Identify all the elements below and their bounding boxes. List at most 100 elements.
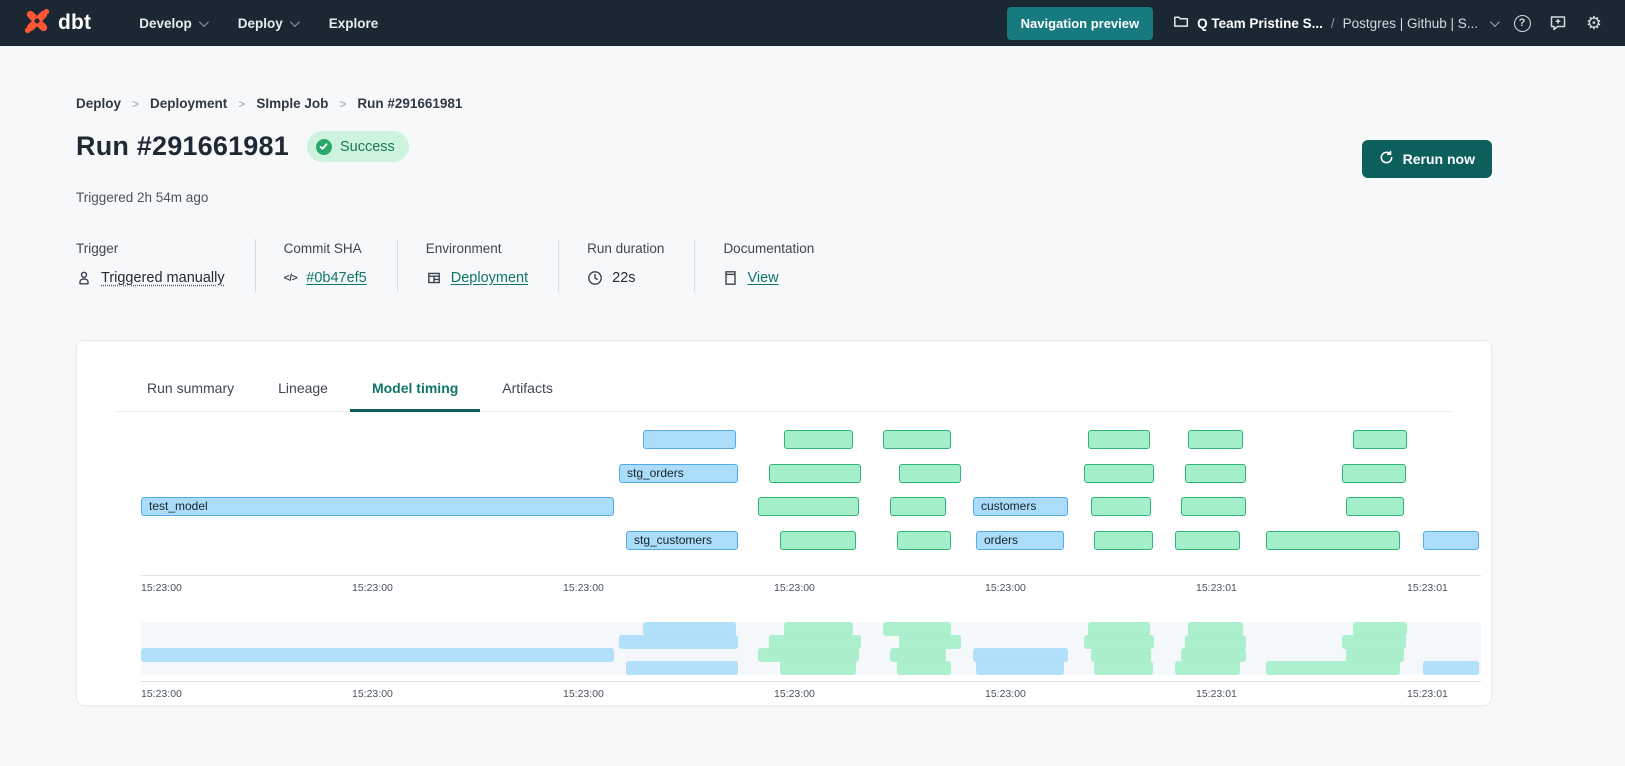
gantt-bar[interactable]	[1091, 497, 1151, 516]
minimap-bar[interactable]	[1181, 648, 1246, 662]
project-selector[interactable]: Q Team Pristine S... / Postgres | Github…	[1173, 13, 1497, 34]
minimap-bar[interactable]	[890, 648, 946, 662]
meta-value-text[interactable]: #0b47ef5	[306, 270, 366, 286]
minimap-bar[interactable]	[619, 635, 738, 649]
breadcrumb-item[interactable]: Run #291661981	[357, 96, 462, 111]
gantt-row: stg_orders	[141, 464, 1481, 484]
meta-commit-sha: Commit SHA</>#0b47ef5	[255, 239, 397, 292]
gantt-bar[interactable]	[1094, 531, 1153, 550]
gantt-bar-stg_orders[interactable]: stg_orders	[619, 464, 738, 483]
minimap-bar[interactable]	[1266, 661, 1400, 675]
minimap-bar[interactable]	[897, 661, 951, 675]
help-icon[interactable]: ?	[1511, 12, 1533, 34]
dbt-logo[interactable]: dbt	[24, 8, 91, 39]
meta-run-duration: Run duration22s	[558, 239, 694, 292]
gantt-bar[interactable]	[1088, 430, 1150, 449]
gantt-bar-stg_customers[interactable]: stg_customers	[626, 531, 738, 550]
breadcrumb-item[interactable]: SImple Job	[256, 96, 328, 111]
gantt-bar-customers[interactable]: customers	[973, 497, 1068, 516]
meta-trigger: TriggerTriggered manually	[76, 239, 255, 292]
gantt-bar[interactable]	[1188, 430, 1243, 449]
minimap-row	[141, 648, 1481, 662]
gantt-bar[interactable]	[1084, 464, 1154, 483]
minimap-bar[interactable]	[899, 635, 961, 649]
minimap-bar[interactable]	[784, 622, 853, 636]
minimap-row	[141, 622, 1481, 636]
minimap-bar[interactable]	[1188, 622, 1243, 636]
gantt-bar-test_model[interactable]: test_model	[141, 497, 614, 516]
meta-value-text: 22s	[612, 270, 635, 286]
dbt-logo-icon	[24, 8, 50, 39]
minimap-bar[interactable]	[1346, 648, 1404, 662]
minimap-bar[interactable]	[643, 622, 736, 636]
minimap-bar[interactable]	[141, 648, 614, 662]
meta-value: 22s	[587, 270, 664, 286]
nav-menu-explore[interactable]: Explore	[317, 8, 391, 39]
minimap-bar[interactable]	[780, 661, 856, 675]
top-nav: dbt Develop Deploy Explore Navigation prev…	[0, 0, 1625, 46]
timeline-minimap[interactable]	[141, 622, 1481, 675]
minimap-bar[interactable]	[973, 648, 1068, 662]
minimap-bar[interactable]	[1342, 635, 1406, 649]
gantt-bar[interactable]	[1346, 497, 1404, 516]
gantt-bar[interactable]	[769, 464, 861, 483]
breadcrumb-item[interactable]: Deployment	[150, 96, 227, 111]
gantt-bar[interactable]	[758, 497, 859, 516]
gantt-bar-orders[interactable]: orders	[976, 531, 1064, 550]
minimap-bar[interactable]	[626, 661, 738, 675]
time-axis-tick: 15:23:00	[563, 582, 604, 594]
gantt-bar[interactable]	[897, 531, 951, 550]
minimap-bar[interactable]	[1353, 622, 1407, 636]
rerun-now-button[interactable]: Rerun now	[1362, 140, 1492, 178]
nav-menu-develop[interactable]: Develop	[127, 8, 218, 39]
time-axis-tick: 15:23:00	[774, 582, 815, 594]
page-content: Deploy>Deployment>SImple Job>Run #291661…	[0, 96, 1625, 706]
minimap-bar[interactable]	[1088, 622, 1150, 636]
minimap-bar[interactable]	[1084, 635, 1154, 649]
project-separator: /	[1331, 16, 1335, 31]
minimap-bar[interactable]	[1094, 661, 1153, 675]
meta-value-text[interactable]: View	[747, 270, 778, 286]
gantt-bar[interactable]	[883, 430, 951, 449]
minimap-bar[interactable]	[758, 648, 859, 662]
time-axis-tick: 15:23:00	[985, 582, 1026, 594]
breadcrumb-item[interactable]: Deploy	[76, 96, 121, 111]
gantt-bar[interactable]	[1181, 497, 1246, 516]
minimap-bar[interactable]	[1423, 661, 1479, 675]
gantt-bar[interactable]	[643, 430, 736, 449]
tab-lineage[interactable]: Lineage	[256, 367, 350, 411]
gantt-bar[interactable]	[1423, 531, 1479, 550]
gantt-bar[interactable]	[899, 464, 961, 483]
clock-icon	[587, 270, 603, 286]
minimap-row	[141, 635, 1481, 649]
tab-run-summary[interactable]: Run summary	[125, 367, 256, 411]
gantt-bar[interactable]	[890, 497, 946, 516]
feedback-icon[interactable]	[1547, 12, 1569, 34]
minimap-bar[interactable]	[1091, 648, 1151, 662]
gantt-bar[interactable]	[784, 430, 853, 449]
gantt-row	[141, 430, 1481, 450]
tab-artifacts[interactable]: Artifacts	[480, 367, 575, 411]
tab-model-timing[interactable]: Model timing	[350, 367, 480, 411]
navigation-preview-button[interactable]: Navigation preview	[1007, 7, 1153, 40]
settings-gear-icon[interactable]: ⚙	[1583, 12, 1605, 34]
gantt-bar[interactable]	[780, 531, 856, 550]
gantt-bar[interactable]	[1266, 531, 1400, 550]
minimap-bar[interactable]	[883, 622, 951, 636]
minimap-bar[interactable]	[1175, 661, 1240, 675]
meta-label: Trigger	[76, 241, 225, 256]
chevron-down-icon	[199, 17, 209, 27]
minimap-bar[interactable]	[1185, 635, 1246, 649]
nav-menu-deploy[interactable]: Deploy	[226, 8, 309, 39]
gantt-bar[interactable]	[1185, 464, 1246, 483]
gantt-bar[interactable]	[1353, 430, 1407, 449]
meta-environment: EnvironmentDeployment	[397, 239, 558, 292]
meta-value-text[interactable]: Deployment	[451, 270, 528, 286]
gantt-bar[interactable]	[1342, 464, 1406, 483]
minimap-row	[141, 661, 1481, 675]
minimap-bar[interactable]	[769, 635, 861, 649]
gantt-bar[interactable]	[1175, 531, 1240, 550]
minimap-axis-tick: 15:23:00	[352, 688, 393, 700]
minimap-bar[interactable]	[976, 661, 1064, 675]
time-axis-tick: 15:23:00	[141, 582, 182, 594]
